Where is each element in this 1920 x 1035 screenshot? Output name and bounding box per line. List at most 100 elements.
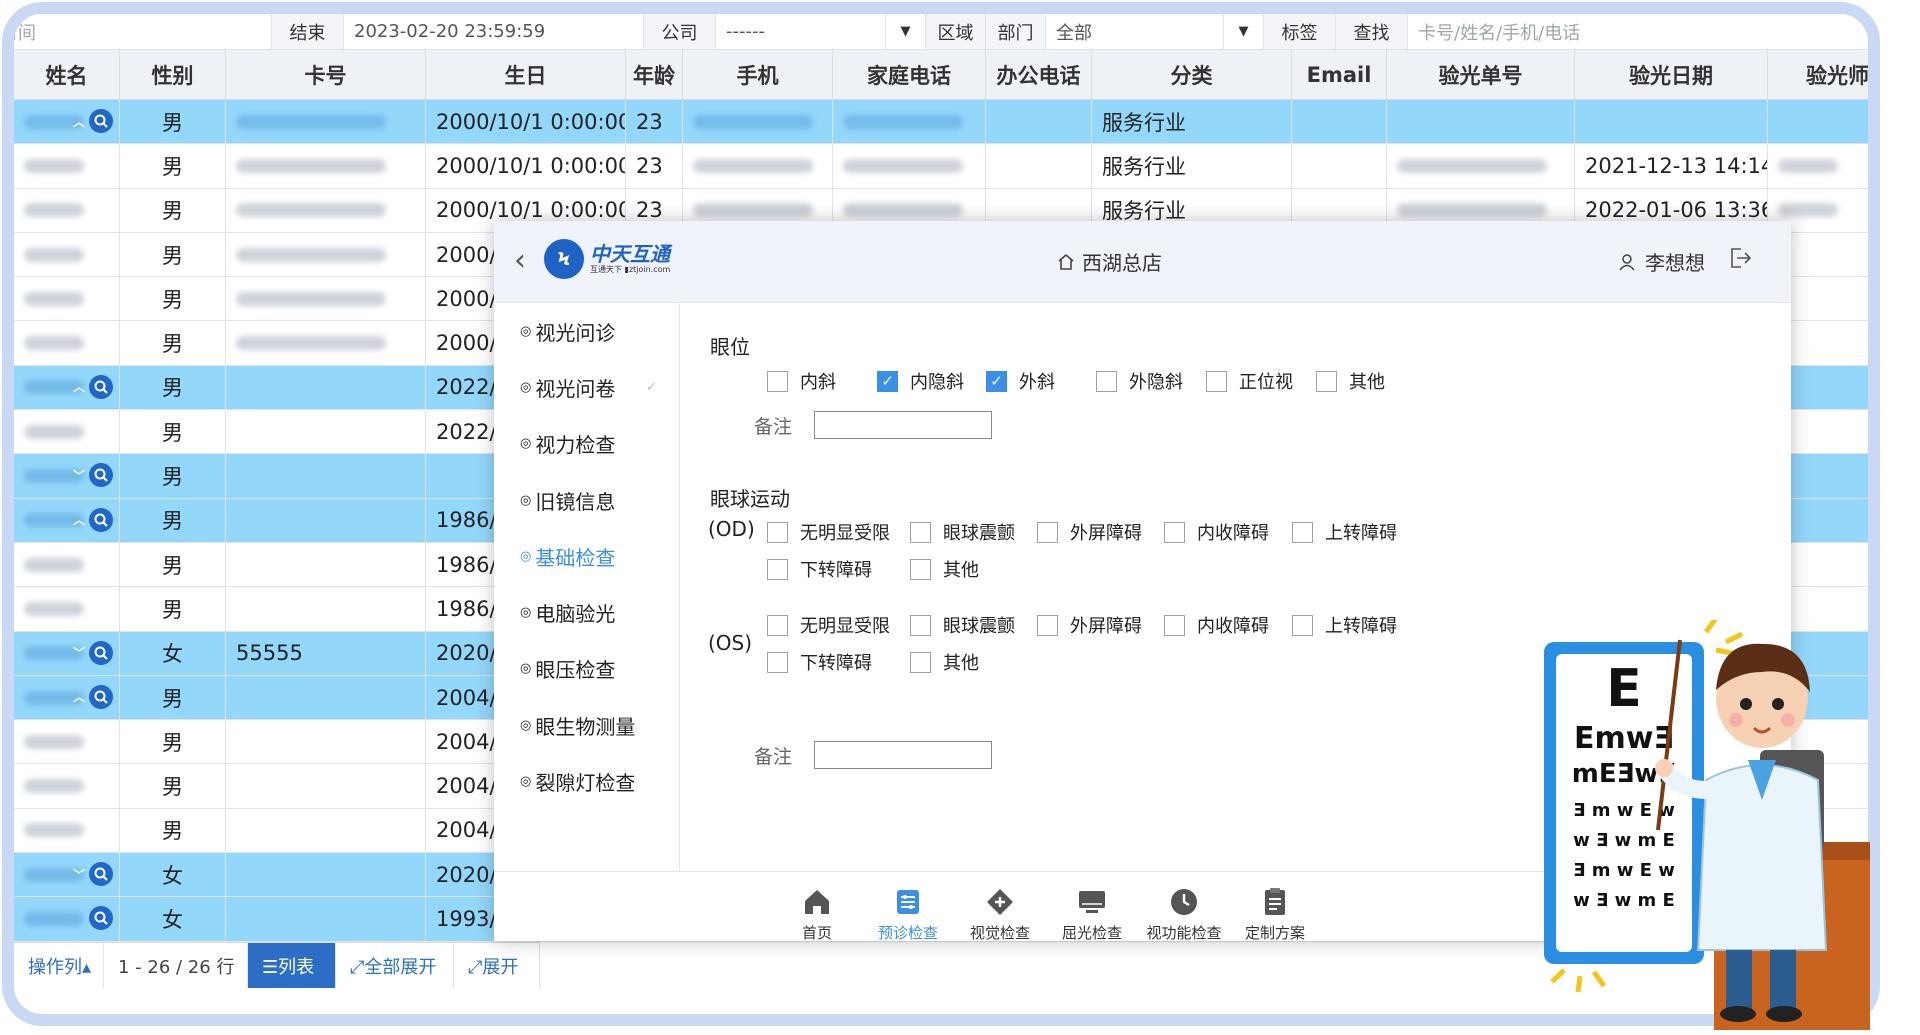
col-header[interactable]: 姓名 <box>14 50 120 99</box>
eye-movement-note-input[interactable] <box>814 741 993 769</box>
os-option[interactable]: 上转障碍 <box>1292 612 1397 638</box>
eye-position-option[interactable]: 其他 <box>1316 368 1385 394</box>
list-view-button[interactable]: ☰列表 <box>248 943 336 988</box>
checkbox[interactable] <box>1316 370 1337 392</box>
checkbox[interactable] <box>910 558 931 580</box>
search-icon[interactable] <box>89 507 113 532</box>
search-input[interactable]: 卡号/姓名/手机/电话 <box>1408 14 1858 49</box>
company-dropdown-icon[interactable]: ▼ <box>886 14 926 49</box>
os-option[interactable]: 外屏障碍 <box>1037 612 1142 638</box>
user-indicator[interactable]: 李想想 <box>1617 247 1705 276</box>
od-option[interactable]: 内收障碍 <box>1164 519 1269 545</box>
search-icon[interactable] <box>89 109 113 133</box>
eye-position-option[interactable]: 外隐斜 <box>1096 368 1183 394</box>
expand-chevron-icon[interactable]: ﹀ <box>71 866 87 882</box>
od-option[interactable]: 外屏障碍 <box>1037 519 1142 545</box>
col-header[interactable]: 验光日期 <box>1575 50 1768 99</box>
nav-item[interactable]: 预诊检查 <box>868 886 948 943</box>
ops-column-button[interactable]: 操作列▴ <box>14 943 104 988</box>
expand-chevron-icon[interactable]: ﹀ <box>71 467 87 483</box>
eye-position-note-input[interactable] <box>814 411 993 439</box>
os-option[interactable]: 内收障碍 <box>1164 612 1269 638</box>
eye-position-option[interactable]: ✓ 内隐斜 <box>877 368 964 394</box>
col-header[interactable]: Email <box>1292 50 1387 99</box>
sidebar-item[interactable]: ◎ 眼生物测量 <box>494 697 679 753</box>
nav-item[interactable]: 定制方案 <box>1235 886 1315 943</box>
eye-position-option[interactable]: 正位视 <box>1206 368 1293 394</box>
search-icon[interactable] <box>89 463 113 488</box>
sidebar-item[interactable]: ◎ 基础检查 <box>494 528 679 584</box>
col-header[interactable]: 生日 <box>426 50 626 99</box>
dept-select[interactable]: 全部 <box>1046 14 1224 49</box>
nav-item[interactable]: 屈光检查 <box>1052 886 1132 943</box>
store-indicator[interactable]: 西湖总店 <box>1056 247 1162 276</box>
expand-chevron-icon[interactable]: ︿ <box>71 113 87 129</box>
table-row[interactable]: ︿ 男 2000/10/1 0:00:00 23 服务行业 <box>14 100 1868 145</box>
expand-chevron-icon[interactable]: ﹀ <box>71 645 87 661</box>
sidebar-item[interactable]: ◎ 裂隙灯检查 <box>494 753 679 809</box>
dept-dropdown-icon[interactable]: ▼ <box>1224 14 1264 49</box>
checkbox[interactable] <box>1096 370 1117 392</box>
logout-icon[interactable] <box>1727 245 1753 271</box>
sidebar-item[interactable]: ◎ 电脑验光 <box>494 584 679 640</box>
search-icon[interactable] <box>89 640 113 665</box>
region-label[interactable]: 区域 <box>926 14 986 49</box>
col-header[interactable]: 验光单号 <box>1387 50 1575 99</box>
checkbox[interactable] <box>1292 521 1313 543</box>
checkbox[interactable] <box>767 521 788 543</box>
expand-chevron-icon[interactable]: ︿ <box>71 379 87 395</box>
expand-chevron-icon[interactable]: ︿ <box>71 512 87 528</box>
checkbox[interactable] <box>910 521 931 543</box>
os-option[interactable]: 下转障碍 <box>767 649 872 675</box>
od-option[interactable]: 眼球震颤 <box>910 519 1015 545</box>
checkbox[interactable]: ✓ <box>986 370 1007 392</box>
sidebar-item[interactable]: ◎ 旧镜信息 <box>494 472 679 528</box>
checkbox[interactable] <box>1164 521 1185 543</box>
sidebar-item[interactable]: ◎ 视光问诊 <box>494 303 679 359</box>
checkbox[interactable] <box>910 614 931 636</box>
checkbox[interactable] <box>767 651 788 673</box>
search-icon[interactable] <box>89 684 113 709</box>
checkbox[interactable]: ✓ <box>877 370 898 392</box>
col-header[interactable]: 年龄 <box>626 50 683 99</box>
sidebar-item[interactable]: ◎ 视光问卷 ✓ <box>494 359 679 415</box>
eye-position-option[interactable]: 内斜 <box>767 368 836 394</box>
nav-item[interactable]: 首页 <box>777 886 857 943</box>
back-chevron-icon[interactable]: ‹ <box>514 243 526 278</box>
od-option[interactable]: 无明显受限 <box>767 519 890 545</box>
eye-position-option[interactable]: ✓ 外斜 <box>986 368 1055 394</box>
table-row[interactable]: 男 2000/10/1 0:00:00 23 服务行业 2021-12-13 14:14 <box>14 144 1868 189</box>
nav-item[interactable]: 视觉检查 <box>960 886 1040 943</box>
col-header[interactable]: 性别 <box>120 50 226 99</box>
os-option[interactable]: 其他 <box>910 649 979 675</box>
company-select[interactable]: ------ <box>716 14 886 49</box>
checkbox[interactable] <box>1206 370 1227 392</box>
checkbox[interactable] <box>1292 614 1313 636</box>
search-icon[interactable] <box>89 862 113 887</box>
checkbox[interactable] <box>767 558 788 580</box>
sidebar-item[interactable]: ◎ 眼压检查 <box>494 641 679 697</box>
checkbox[interactable] <box>910 651 931 673</box>
search-icon[interactable] <box>89 374 113 399</box>
sidebar-item[interactable]: ◎ 视力检查 <box>494 416 679 472</box>
od-option[interactable]: 下转障碍 <box>767 556 872 582</box>
col-header[interactable]: 验光师 <box>1768 50 1868 99</box>
expand-button[interactable]: ⤢展开 <box>454 943 540 988</box>
col-header[interactable]: 办公电话 <box>986 50 1092 99</box>
search-icon[interactable] <box>89 906 113 931</box>
checkbox[interactable] <box>1037 614 1058 636</box>
od-option[interactable]: 其他 <box>910 556 979 582</box>
tag-label[interactable]: 标签 <box>1264 14 1336 49</box>
checkbox[interactable] <box>1164 614 1185 636</box>
expand-chevron-icon[interactable]: ︿ <box>71 689 87 705</box>
checkbox[interactable] <box>767 370 788 392</box>
od-option[interactable]: 上转障碍 <box>1292 519 1397 545</box>
col-header[interactable]: 卡号 <box>226 50 426 99</box>
time-start-field[interactable]: 时间 <box>14 14 272 49</box>
expand-all-button[interactable]: ⤢全部展开 <box>336 943 454 988</box>
col-header[interactable]: 手机 <box>683 50 833 99</box>
os-option[interactable]: 眼球震颤 <box>910 612 1015 638</box>
checkbox[interactable] <box>1037 521 1058 543</box>
col-header[interactable]: 分类 <box>1092 50 1292 99</box>
nav-item[interactable]: 视功能检查 <box>1144 886 1224 943</box>
